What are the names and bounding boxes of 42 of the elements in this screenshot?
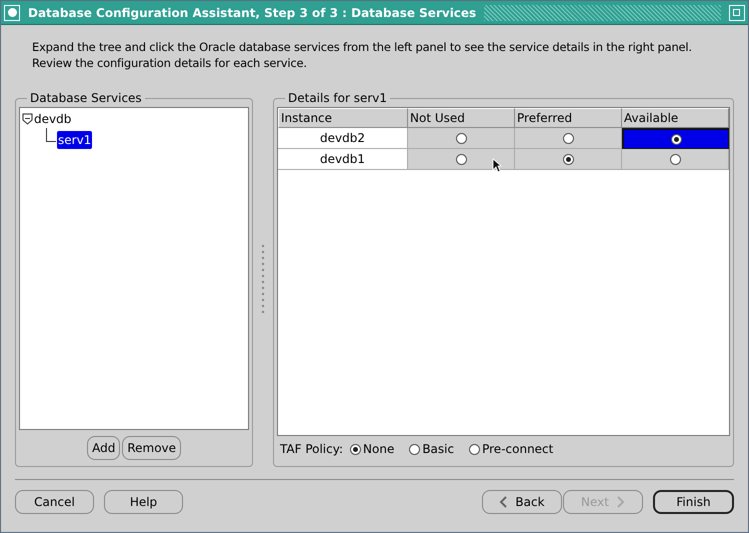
- button[interactable]: Back: [482, 490, 562, 514]
- instructions: Expand the tree and click the Oracle database services from the left panel to see the service details in the right panel. Review the configuration details for each service.: [31, 39, 693, 72]
- radio-button[interactable]: [456, 132, 466, 144]
- panel-title: Database Services: [29, 90, 143, 107]
- radio-button[interactable]: [409, 444, 420, 454]
- table-cell: devdb1: [278, 149, 408, 170]
- mouse-cursor-icon: [492, 158, 502, 173]
- button[interactable]: Finish: [653, 490, 734, 514]
- radio-cell[interactable]: [515, 149, 622, 170]
- column-header[interactable]: Not Used: [408, 108, 515, 128]
- button[interactable]: Remove: [122, 436, 182, 460]
- column-header[interactable]: Available: [622, 108, 729, 128]
- radio-cell[interactable]: [515, 128, 622, 149]
- splitter-grip-icon: [261, 243, 265, 313]
- radio-cell[interactable]: [622, 149, 729, 170]
- tree-item[interactable]: serv1: [57, 131, 92, 149]
- taf-policy-label: TAF Policy:: [280, 441, 344, 458]
- radio-cell[interactable]: [622, 128, 729, 149]
- maximize-icon[interactable]: [729, 4, 745, 20]
- radio-cell[interactable]: [408, 128, 515, 149]
- window-menu-icon[interactable]: [4, 4, 20, 20]
- table-cell: devdb2: [278, 128, 408, 149]
- radio-button[interactable]: [670, 154, 680, 164]
- radio-button[interactable]: [562, 154, 574, 164]
- button[interactable]: Cancel: [15, 490, 94, 514]
- button[interactable]: Add: [87, 436, 120, 460]
- tree-item[interactable]: devdb: [33, 110, 72, 128]
- collapse-icon[interactable]: [22, 113, 33, 125]
- radio-cell[interactable]: [408, 149, 515, 170]
- radio-option[interactable]: Basic: [409, 440, 454, 458]
- window-title: Database Configuration Assistant, Step 3 of 3 : Database Services: [28, 4, 476, 22]
- radio-button[interactable]: [562, 132, 574, 144]
- radio-button[interactable]: [469, 444, 480, 454]
- radio-option[interactable]: Pre-connect: [469, 440, 554, 458]
- radio-button[interactable]: [670, 134, 682, 144]
- radio-option[interactable]: None: [350, 440, 394, 458]
- radio-button[interactable]: [350, 444, 362, 454]
- column-header[interactable]: Preferred: [515, 108, 622, 128]
- button[interactable]: Help: [104, 490, 183, 514]
- column-header[interactable]: Instance: [278, 108, 408, 128]
- radio-button[interactable]: [456, 154, 466, 164]
- panel-title: Details for serv1: [287, 90, 388, 107]
